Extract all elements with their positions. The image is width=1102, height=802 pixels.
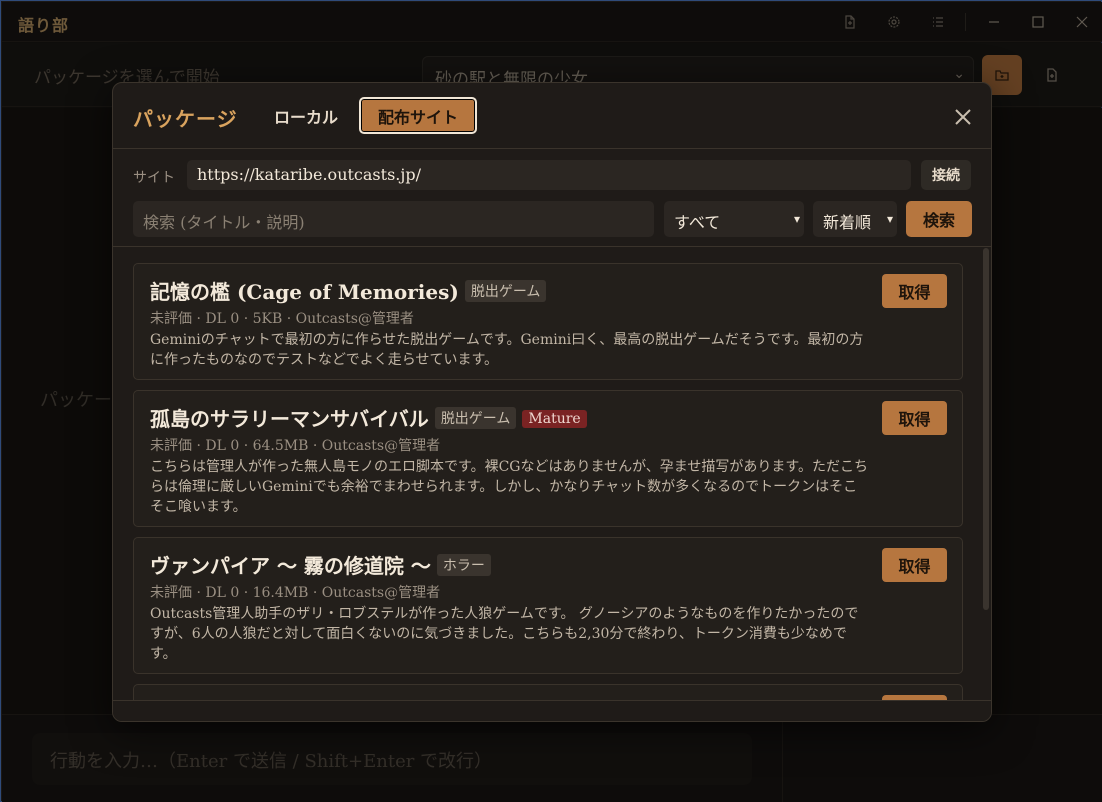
dialog-header: パッケージ ローカル 配布サイト xyxy=(113,83,991,149)
search-input[interactable]: 検索 (タイトル・説明) xyxy=(133,201,654,237)
package-author: Outcasts@管理者 xyxy=(321,585,441,601)
genre-tag: 脱出ゲーム xyxy=(464,280,547,302)
dialog-title: パッケージ xyxy=(133,107,238,131)
search-controls: サイト https://kataribe.outcasts.jp/ 接続 検索 … xyxy=(113,149,991,247)
package-title-text: ヴァンパイア 〜 霧の修道院 〜 xyxy=(150,554,431,578)
package-rating: 未評価 xyxy=(150,438,192,454)
genre-tag: 脱出ゲーム xyxy=(434,407,517,429)
package-downloads: DL 0 xyxy=(205,438,240,454)
package-meta: 未評価 · DL 0 · 64.5MB · Outcasts@管理者 xyxy=(150,438,441,454)
package-card: 孤島のサラリーマンサバイバル 脱出ゲーム Mature 未評価 · DL 0 · 6… xyxy=(133,390,963,527)
chevron-down-icon: ▾ xyxy=(886,212,893,226)
get-button[interactable]: 取得 xyxy=(882,548,947,582)
package-card: ヴァンパイア 〜 霧の修道院 〜ホラー 未評価 · DL 0 · 16.4MB … xyxy=(133,537,963,674)
package-meta: 未評価 · DL 0 · 5KB · Outcasts@管理者 xyxy=(150,311,414,327)
package-title: 孤島のサラリーマンサバイバル 脱出ゲーム Mature xyxy=(150,403,587,432)
sort-select[interactable]: 新着順 ▾ xyxy=(813,201,897,237)
package-size: 5KB xyxy=(252,311,283,327)
package-list: 記憶の檻 (Cage of Memories) 脱出ゲーム 未評価 · DL 0 … xyxy=(113,248,991,700)
package-size: 16.4MB xyxy=(252,585,309,601)
package-downloads: DL 0 xyxy=(205,585,240,601)
package-title-text: 記憶の檻 (Cage of Memories) xyxy=(150,280,459,304)
site-label: サイト xyxy=(133,170,175,186)
package-downloads: DL 0 xyxy=(205,311,240,327)
sort-select-value: 新着順 xyxy=(823,213,872,232)
package-rating: 未評価 xyxy=(150,585,192,601)
package-description: こちらは管理人が作った無人島モノのエロ脚本です。裸CGなどはありませんが、孕ませ… xyxy=(150,459,868,515)
genre-tag: ホラー xyxy=(436,554,491,576)
package-author: Outcasts@管理者 xyxy=(295,311,414,327)
connect-button[interactable]: 接続 xyxy=(921,160,971,190)
dialog-footer xyxy=(113,700,991,721)
chevron-down-icon: ▾ xyxy=(793,212,800,226)
package-description: Geminiのチャットで最初の方に作らせた脱出ゲームです。Gemini曰く、最高… xyxy=(150,332,864,368)
package-meta: 未評価 · DL 0 · 16.4MB · Outcasts@管理者 xyxy=(150,585,441,601)
close-dialog-icon[interactable] xyxy=(951,105,975,129)
package-title-text: 孤島のサラリーマンサバイバル xyxy=(150,407,429,431)
get-button[interactable]: 取得 xyxy=(882,274,947,308)
list-scrollbar[interactable] xyxy=(983,248,989,610)
category-select[interactable]: すべて ▾ xyxy=(664,201,804,237)
package-rating: 未評価 xyxy=(150,311,192,327)
mature-tag: Mature xyxy=(522,410,587,428)
tab-local[interactable]: ローカル xyxy=(261,99,351,133)
app-window: 語り部 パッケージを選んで開始 砂の駅と無限の少女 ⌄ パッケー 行動を入力…（… xyxy=(0,0,1102,802)
package-size: 64.5MB xyxy=(252,438,309,454)
package-author: Outcasts@管理者 xyxy=(321,438,441,454)
package-title: 記憶の檻 (Cage of Memories) 脱出ゲーム xyxy=(150,276,547,305)
tab-distribution-site[interactable]: 配布サイト xyxy=(359,97,477,134)
package-card-partial xyxy=(133,684,963,700)
category-select-value: すべて xyxy=(674,213,721,232)
site-url-input[interactable]: https://kataribe.outcasts.jp/ xyxy=(187,160,911,190)
package-title: ヴァンパイア 〜 霧の修道院 〜ホラー xyxy=(150,550,491,579)
package-dialog: パッケージ ローカル 配布サイト サイト https://kataribe.ou… xyxy=(112,82,992,722)
package-card: 記憶の檻 (Cage of Memories) 脱出ゲーム 未評価 · DL 0 … xyxy=(133,263,963,380)
search-button[interactable]: 検索 xyxy=(906,201,972,237)
get-button[interactable]: 取得 xyxy=(882,401,947,435)
package-description: Outcasts管理人助手のザリ・ロブステルが作った人狼ゲームです。 グノーシア… xyxy=(150,606,859,662)
